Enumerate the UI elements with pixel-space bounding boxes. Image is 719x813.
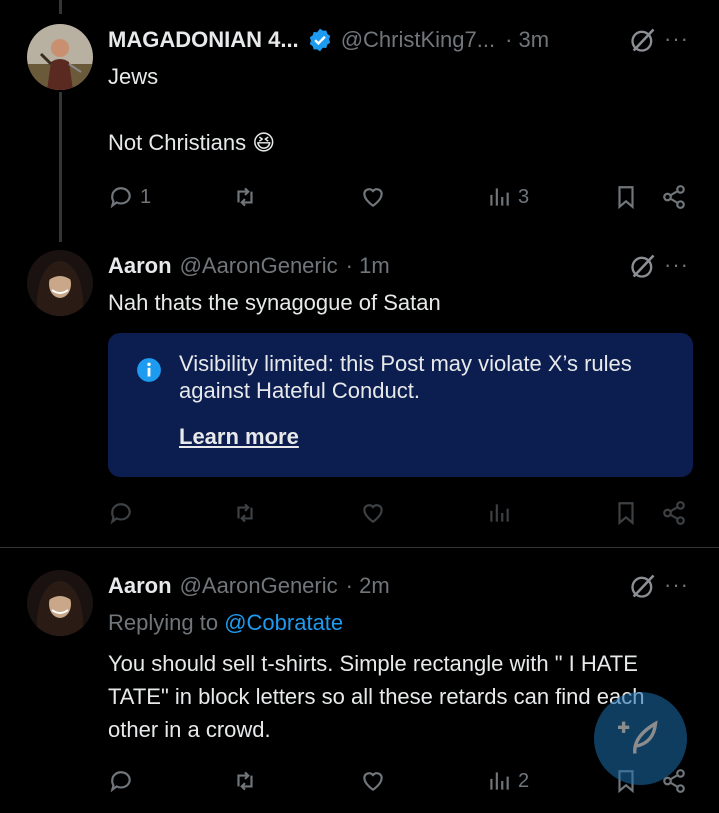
views-count: 3 — [518, 185, 530, 208]
author-handle[interactable]: @ChristKing7... — [341, 27, 495, 53]
post-actions: 2 — [108, 766, 691, 796]
learn-more-link[interactable]: Learn more — [179, 424, 299, 450]
thread-line-top — [59, 0, 62, 14]
grok-icon[interactable] — [629, 26, 657, 54]
post-divider — [0, 547, 719, 548]
compose-icon — [618, 720, 658, 754]
views-button[interactable]: 3 — [486, 182, 529, 212]
reply-icon — [110, 771, 131, 793]
like-button[interactable] — [360, 498, 386, 528]
bookmark-icon — [618, 502, 634, 526]
reply-button[interactable]: 1 — [108, 182, 151, 212]
bookmark-button[interactable] — [613, 182, 639, 212]
post-time[interactable]: · 1m — [346, 253, 390, 279]
more-icon[interactable]: ··· — [664, 572, 689, 598]
visibility-notice: Visibility limited: this Post may violat… — [108, 333, 693, 477]
bookmark-icon — [618, 186, 634, 210]
share-icon — [663, 185, 685, 209]
replying-to-label: Replying to — [108, 610, 219, 635]
reply-count: 1 — [140, 185, 152, 208]
post-header: Aaron @AaronGeneric · 1m — [108, 250, 689, 282]
share-button[interactable] — [661, 182, 687, 212]
thread-connector — [59, 92, 62, 242]
info-icon — [137, 358, 161, 382]
views-icon — [490, 504, 509, 522]
verified-badge-icon — [309, 28, 330, 52]
repost-icon — [237, 771, 253, 791]
grok-icon[interactable] — [629, 572, 657, 600]
post-time[interactable]: · 2m — [346, 573, 390, 599]
bookmark-button[interactable] — [613, 498, 639, 528]
repost-button[interactable] — [232, 498, 258, 528]
repost-button[interactable] — [232, 182, 258, 212]
views-button[interactable]: 2 — [486, 766, 529, 796]
views-count: 2 — [518, 769, 530, 792]
like-icon — [363, 188, 383, 207]
compose-button[interactable] — [594, 692, 687, 785]
repost-icon — [237, 503, 253, 523]
post-time[interactable]: · 3m — [505, 27, 549, 53]
post-text: Nah thats the synagogue of Satan — [108, 290, 441, 315]
avatar[interactable] — [27, 570, 93, 636]
more-icon[interactable]: ··· — [664, 26, 689, 52]
post-text-line: Not Christians 😆 — [108, 130, 276, 155]
post-header: MAGADONIAN 4... @ChristKing7... · 3m — [108, 24, 689, 56]
replying-to: Replying to @Cobratate — [108, 610, 343, 636]
replying-to-handle[interactable]: @Cobratate — [224, 610, 343, 635]
reply-icon — [110, 187, 131, 209]
avatar[interactable] — [27, 250, 93, 316]
like-button[interactable] — [360, 766, 386, 796]
reply-icon — [110, 503, 131, 525]
like-button[interactable] — [360, 182, 386, 212]
post-actions — [108, 498, 691, 528]
views-icon — [490, 188, 509, 206]
like-icon — [363, 772, 383, 791]
author-handle[interactable]: @AaronGeneric — [180, 573, 338, 599]
more-icon[interactable]: ··· — [664, 252, 689, 278]
post-text: Jews Not Christians 😆 — [108, 60, 689, 159]
views-icon — [490, 772, 509, 790]
reply-button[interactable] — [108, 498, 134, 528]
share-icon — [663, 501, 685, 525]
grok-icon[interactable] — [629, 252, 657, 280]
author-name[interactable]: Aaron — [108, 573, 172, 599]
avatar[interactable] — [27, 24, 93, 90]
like-icon — [363, 504, 383, 523]
repost-icon — [237, 187, 253, 207]
post-header: Aaron @AaronGeneric · 2m — [108, 570, 689, 602]
views-button[interactable] — [486, 498, 512, 528]
post-actions: 1 3 — [108, 182, 691, 212]
post-text: You should sell t-shirts. Simple rectang… — [108, 651, 645, 742]
author-handle[interactable]: @AaronGeneric — [180, 253, 338, 279]
post-text-line: Jews — [108, 64, 159, 89]
post-text-line-blank — [108, 93, 689, 126]
author-name[interactable]: MAGADONIAN 4... — [108, 27, 299, 53]
share-button[interactable] — [661, 498, 687, 528]
notice-message: Visibility limited: this Post may violat… — [179, 351, 632, 403]
repost-button[interactable] — [232, 766, 258, 796]
reply-button[interactable] — [108, 766, 134, 796]
author-name[interactable]: Aaron — [108, 253, 172, 279]
